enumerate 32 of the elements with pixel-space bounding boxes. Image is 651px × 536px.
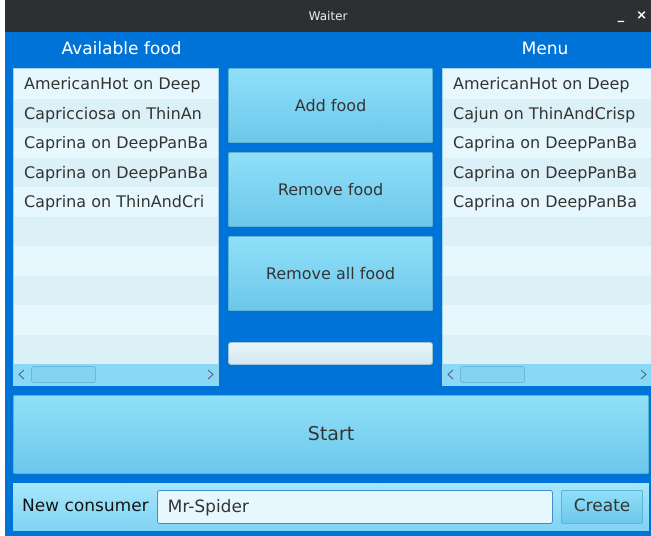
food-action-button[interactable]: Remove all food	[228, 236, 434, 311]
close-button[interactable]: ×	[636, 6, 647, 26]
list-heading: Available food	[62, 39, 182, 60]
scroll-left-icon[interactable]	[447, 369, 454, 380]
food-item[interactable]: AmericanHot on Deep	[443, 69, 651, 99]
food-item[interactable]: Caprina on DeepPanBa	[14, 158, 218, 188]
food-item[interactable]: Caprina on DeepPanBa	[14, 128, 218, 158]
food-item[interactable]: AmericanHot on Deep	[14, 69, 218, 99]
food-action-button[interactable]: Remove food	[228, 152, 434, 227]
food-list[interactable]: AmericanHot on Deep Capricciosa on ThinAn Caprina on DeepPanBa Caprina on DeepPanBa Caprina on ThinAndCri	[13, 68, 220, 386]
start-button[interactable]: Start	[13, 395, 649, 474]
horizontal-scrollbar[interactable]	[443, 364, 651, 385]
minimize-button[interactable]: _	[618, 6, 624, 26]
consumer-name-field[interactable]: Mr-Spider	[156, 490, 553, 524]
food-item[interactable]: Caprina on ThinAndCri	[14, 187, 218, 217]
scroll-left-icon[interactable]	[18, 369, 25, 380]
menu-list[interactable]: AmericanHot on Deep Cajun on ThinAndCrisp Caprina on DeepPanBa Caprina on DeepPanBa Caprina on DeepPanBa	[442, 68, 651, 386]
food-item[interactable]: Caprina on DeepPanBa	[443, 158, 651, 188]
food-action-button[interactable]: Add food	[228, 68, 434, 143]
food-item[interactable]: Cajun on ThinAndCrisp	[443, 98, 651, 128]
food-item[interactable]: Capricciosa on ThinAn	[14, 98, 218, 128]
window-title: Waiter	[308, 8, 348, 25]
list-heading: Menu	[522, 39, 568, 60]
create-button[interactable]: Create	[561, 490, 643, 524]
scroll-right-icon[interactable]	[640, 369, 647, 380]
horizontal-scrollbar[interactable]	[14, 364, 218, 385]
scrollbar-thumb[interactable]	[31, 366, 96, 384]
field-label: New consumer	[22, 495, 149, 518]
scrollbar-thumb[interactable]	[460, 366, 526, 384]
food-item[interactable]: Caprina on DeepPanBa	[443, 128, 651, 158]
scroll-right-icon[interactable]	[207, 369, 214, 380]
food-item[interactable]: Caprina on DeepPanBa	[443, 187, 651, 217]
